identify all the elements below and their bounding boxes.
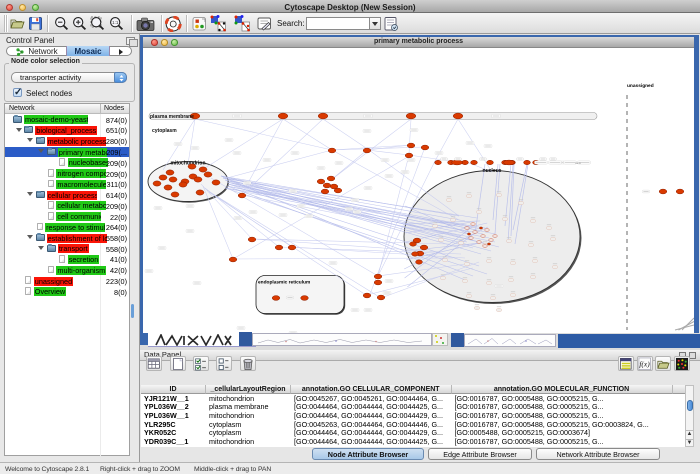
svg-text:plasma membrane: plasma membrane (150, 114, 194, 120)
svg-text:cytoplasm: cytoplasm (152, 128, 177, 134)
svg-text:f(x): f(x) (639, 359, 650, 368)
svg-text:trans: trans (575, 161, 581, 165)
svg-text:endoplasmic reticulum: endoplasmic reticulum (258, 279, 310, 285)
svg-text:1:1: 1:1 (112, 20, 119, 25)
svg-text:unassigned: unassigned (627, 83, 654, 89)
svg-text:nucleus: nucleus (483, 168, 502, 174)
